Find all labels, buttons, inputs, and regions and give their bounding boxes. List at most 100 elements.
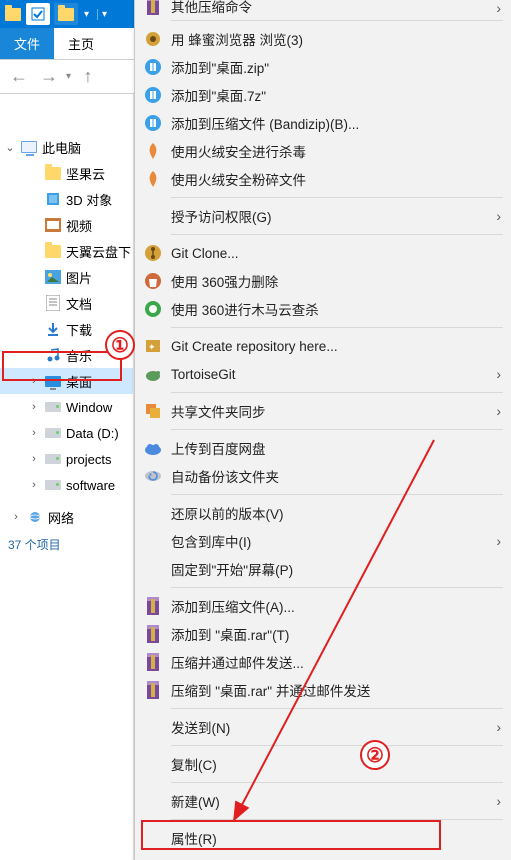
menu-item[interactable]: 添加到压缩文件 (Bandizip)(B)... xyxy=(135,109,511,137)
360-icon xyxy=(143,299,163,319)
menu-separator xyxy=(171,20,503,21)
tree-item[interactable]: 坚果云 xyxy=(0,160,133,186)
qat-checkbox[interactable] xyxy=(26,3,50,25)
download-icon xyxy=(44,320,62,338)
zip-icon xyxy=(143,57,163,77)
archive-icon xyxy=(143,0,163,16)
menu-item[interactable]: 复制(C) xyxy=(135,750,511,778)
menu-item[interactable]: 上传到百度网盘 xyxy=(135,434,511,462)
menu-item-label: Git Clone... xyxy=(171,246,501,261)
menu-item[interactable]: 压缩到 "桌面.rar" 并通过邮件发送 xyxy=(135,676,511,704)
menu-item[interactable]: 还原以前的版本(V) xyxy=(135,499,511,527)
menu-item-label: Git Create repository here... xyxy=(171,339,501,354)
menu-item[interactable]: 其他压缩命令 › xyxy=(135,0,511,16)
tortoise-icon xyxy=(143,364,163,384)
chevron-right-icon: › xyxy=(496,208,501,224)
menu-item[interactable]: 发送到(N) › xyxy=(135,713,511,741)
expander-icon[interactable]: › xyxy=(10,511,22,523)
tree-item-label: 天翼云盘下 xyxy=(66,242,131,261)
tree-item[interactable]: 图片 xyxy=(0,264,133,290)
menu-item[interactable]: 使用火绒安全粉碎文件 xyxy=(135,165,511,193)
ribbon-tab-file[interactable]: 文件 xyxy=(0,28,54,59)
svg-text:✦: ✦ xyxy=(148,342,156,352)
tree-root-thispc[interactable]: ⌄ 此电脑 xyxy=(0,134,133,160)
expander-icon[interactable]: › xyxy=(28,453,40,465)
menu-item[interactable]: 使用 360进行木马云查杀 xyxy=(135,295,511,323)
nav-forward[interactable]: → xyxy=(36,64,62,90)
menu-item-label: 新建(W) xyxy=(171,791,488,811)
tree-item[interactable]: › 桌面 xyxy=(0,368,133,394)
menu-item[interactable]: 添加到压缩文件(A)... xyxy=(135,592,511,620)
menu-item-label: TortoiseGit xyxy=(171,367,488,382)
menu-item[interactable]: 使用火绒安全进行杀毒 xyxy=(135,137,511,165)
expander-icon[interactable]: › xyxy=(28,401,40,413)
blank-icon xyxy=(143,717,163,737)
tree-item[interactable]: › Window xyxy=(0,394,133,420)
chevron-right-icon: › xyxy=(496,403,501,419)
menu-item[interactable]: 自动备份该文件夹 xyxy=(135,462,511,490)
menu-item[interactable]: 压缩并通过邮件发送... xyxy=(135,648,511,676)
menu-item[interactable]: Git Clone... xyxy=(135,239,511,267)
qat-overflow[interactable]: ▾ xyxy=(97,9,109,20)
menu-item[interactable]: 新建(W) › xyxy=(135,787,511,815)
gitnew-icon: ✦ xyxy=(143,336,163,356)
tree-item[interactable]: › software xyxy=(0,472,133,498)
360del-icon xyxy=(143,271,163,291)
tree-item-label: 桌面 xyxy=(66,372,92,391)
tree-item[interactable]: 文档 xyxy=(0,290,133,316)
menu-item[interactable]: 添加到"桌面.7z" xyxy=(135,81,511,109)
rar-icon xyxy=(143,680,163,700)
tree-item[interactable]: › projects xyxy=(0,446,133,472)
rar-icon xyxy=(143,652,163,672)
menu-separator xyxy=(171,587,503,588)
tree-pane: ⌄ 此电脑 坚果云 3D 对象 视频 天翼云盘下 图片 xyxy=(0,94,134,860)
menu-item-label: 上传到百度网盘 xyxy=(171,438,501,458)
nav-history-dropdown[interactable]: ▾ xyxy=(66,71,71,82)
blank-icon xyxy=(143,531,163,551)
menu-item[interactable]: 添加到"桌面.zip" xyxy=(135,53,511,81)
menu-item-label: 使用 360进行木马云查杀 xyxy=(171,299,501,319)
menu-item-label: 添加到压缩文件 (Bandizip)(B)... xyxy=(171,113,501,133)
menu-separator xyxy=(171,234,503,235)
menu-item[interactable]: 属性(R) xyxy=(135,824,511,852)
menu-item[interactable]: ✦ Git Create repository here... xyxy=(135,332,511,360)
menu-item[interactable]: 添加到 "桌面.rar"(T) xyxy=(135,620,511,648)
zip-icon xyxy=(143,85,163,105)
menu-item-label: 用 蜂蜜浏览器 浏览(3) xyxy=(171,29,501,49)
menu-item-label: 自动备份该文件夹 xyxy=(171,466,501,486)
qat-dropdown[interactable]: ▾ xyxy=(82,9,91,20)
menu-item[interactable]: 固定到"开始"屏幕(P) xyxy=(135,555,511,583)
tree-item[interactable]: 天翼云盘下 xyxy=(0,238,133,264)
tree-item[interactable]: 3D 对象 xyxy=(0,186,133,212)
blank-icon xyxy=(143,559,163,579)
menu-item[interactable]: 共享文件夹同步 › xyxy=(135,397,511,425)
chevron-right-icon: › xyxy=(496,719,501,735)
nav-back[interactable]: ← xyxy=(6,64,32,90)
menu-item[interactable]: 包含到库中(I) › xyxy=(135,527,511,555)
tree-item[interactable]: 音乐 xyxy=(0,342,133,368)
tree-network[interactable]: › 网络 xyxy=(0,504,133,530)
menu-item[interactable]: 使用 360强力删除 xyxy=(135,267,511,295)
tree-item[interactable]: 下载 xyxy=(0,316,133,342)
menu-item[interactable]: 用 蜂蜜浏览器 浏览(3) xyxy=(135,25,511,53)
tree-network-label: 网络 xyxy=(48,508,74,527)
menu-separator xyxy=(171,327,503,328)
status-item-count: 37 个项目 xyxy=(0,530,133,559)
menu-item[interactable]: 授予访问权限(G) › xyxy=(135,202,511,230)
menu-separator xyxy=(171,494,503,495)
expander-icon[interactable]: ⌄ xyxy=(4,141,16,154)
menu-item-label: 添加到 "桌面.rar"(T) xyxy=(171,624,501,644)
ribbon-tab-home[interactable]: 主页 xyxy=(54,28,108,59)
menu-item[interactable]: TortoiseGit › xyxy=(135,360,511,388)
expander-icon[interactable]: › xyxy=(28,427,40,439)
tree-item[interactable]: 视频 xyxy=(0,212,133,238)
menu-item-label: 使用火绒安全粉碎文件 xyxy=(171,169,501,189)
menu-item-label: 还原以前的版本(V) xyxy=(171,503,501,523)
drive-icon xyxy=(44,476,62,494)
expander-icon[interactable]: › xyxy=(28,479,40,491)
nav-up[interactable]: ↑ xyxy=(75,64,101,90)
expander-icon[interactable]: › xyxy=(28,375,40,387)
menu-item-label: 复制(C) xyxy=(171,754,501,774)
tree-item[interactable]: › Data (D:) xyxy=(0,420,133,446)
qat-folder[interactable] xyxy=(54,3,78,25)
